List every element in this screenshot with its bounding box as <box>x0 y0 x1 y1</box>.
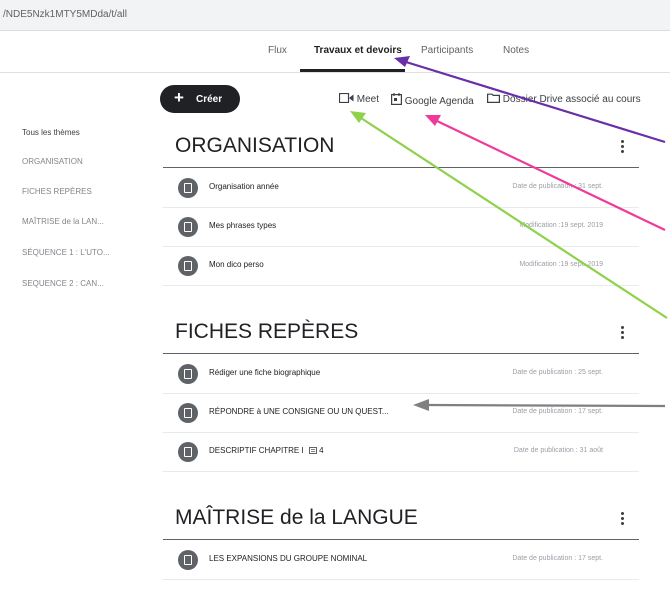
list-item[interactable]: Mes phrases types Modification :19 sept.… <box>163 207 639 247</box>
item-date: Modification :19 sept. 2019 <box>519 261 603 268</box>
item-title: Rédiger une fiche biographique <box>209 368 321 377</box>
list-item[interactable]: Organisation année Date de publication :… <box>163 168 639 208</box>
item-title: Mes phrases types <box>209 221 277 230</box>
assignment-icon <box>178 217 198 237</box>
address-bar[interactable]: /NDE5Nzk1MTY5MDda/t/all <box>0 0 670 31</box>
item-date: Date de publication : 25 sept. <box>512 369 603 376</box>
list-item[interactable]: Rédiger une fiche biographique Date de p… <box>163 354 639 394</box>
item-title: DESCRIPTIF CHAPITRE I <box>209 446 304 455</box>
url-text: /NDE5Nzk1MTY5MDda/t/all <box>3 9 127 20</box>
tab-participants[interactable]: Participants <box>421 45 473 56</box>
list-item[interactable]: DESCRIPTIF CHAPITRE I 4 Date de publicat… <box>163 432 639 472</box>
sidebar-item-sequence-2[interactable]: SEQUENCE 2 : CAN... <box>22 279 104 288</box>
assignment-icon <box>178 403 198 423</box>
create-button-label: Créer <box>196 94 223 105</box>
list-item[interactable]: Mon dico perso Modification :19 sept. 20… <box>163 246 639 286</box>
tab-notes[interactable]: Notes <box>503 45 529 56</box>
meet-label: Meet <box>356 94 380 105</box>
assignment-icon <box>178 364 198 384</box>
folder-icon <box>487 93 500 103</box>
section-title: MAÎTRISE de la LANGUE <box>175 506 418 529</box>
course-tabs: Flux Travaux et devoirs Participants Not… <box>0 30 670 73</box>
assignment-icon <box>178 550 198 570</box>
item-title: Mon dico perso <box>209 260 264 269</box>
tab-travaux-et-devoirs[interactable]: Travaux et devoirs <box>314 45 402 56</box>
assignment-icon <box>178 256 198 276</box>
item-title: LES EXPANSIONS DU GROUPE NOMINAL <box>209 554 368 563</box>
plus-icon: + <box>174 88 184 107</box>
item-title: RÉPONDRE à UNE CONSIGNE OU UN QUEST... <box>209 407 389 416</box>
attachment-count: 4 <box>319 446 324 455</box>
list-item[interactable]: RÉPONDRE à UNE CONSIGNE OU UN QUEST... D… <box>163 393 639 433</box>
drive-folder-link[interactable]: Dossier Drive associé au cours <box>487 93 641 105</box>
meet-link[interactable]: Meet <box>338 92 380 105</box>
google-agenda-link[interactable]: Google Agenda <box>391 93 474 107</box>
sidebar-item-maitrise-langue[interactable]: MAÎTRISE de la LAN... <box>22 217 104 226</box>
drive-label: Dossier Drive associé au cours <box>502 94 641 105</box>
sidebar-item-all-topics[interactable]: Tous les thèmes <box>22 128 80 137</box>
item-title: Organisation année <box>209 182 279 191</box>
attachment-list-icon <box>308 447 317 454</box>
more-options-icon[interactable] <box>621 140 625 155</box>
sidebar-item-sequence-1[interactable]: SÉQUENCE 1 : L'UTO... <box>22 248 110 257</box>
sidebar-item-organisation[interactable]: ORGANISATION <box>22 157 83 166</box>
item-date: Date de publication : 17 sept. <box>512 555 603 562</box>
section-title: ORGANISATION <box>175 134 335 157</box>
sidebar-item-fiches-reperes[interactable]: FICHES REPÈRES <box>22 187 92 196</box>
list-item[interactable]: LES EXPANSIONS DU GROUPE NOMINAL Date de… <box>163 540 639 580</box>
tab-flux[interactable]: Flux <box>268 45 287 56</box>
more-options-icon[interactable] <box>621 512 625 527</box>
more-options-icon[interactable] <box>621 326 625 341</box>
item-date: Modification :19 sept. 2019 <box>519 222 603 229</box>
item-date: Date de publication : 31 août <box>513 447 603 454</box>
calendar-icon <box>391 93 403 106</box>
assignment-icon <box>178 178 198 198</box>
item-date: Date de publication : 31 sept. <box>512 183 603 190</box>
video-camera-icon <box>338 92 354 104</box>
create-button[interactable]: + Créer <box>160 85 240 113</box>
item-date: Date de publication : 17 sept. <box>512 408 603 415</box>
section-title: FICHES REPÈRES <box>175 320 359 343</box>
active-tab-indicator <box>300 69 405 72</box>
assignment-icon <box>178 442 198 462</box>
item-title-with-attachment: DESCRIPTIF CHAPITRE I 4 <box>209 446 324 455</box>
agenda-label: Google Agenda <box>404 96 474 107</box>
